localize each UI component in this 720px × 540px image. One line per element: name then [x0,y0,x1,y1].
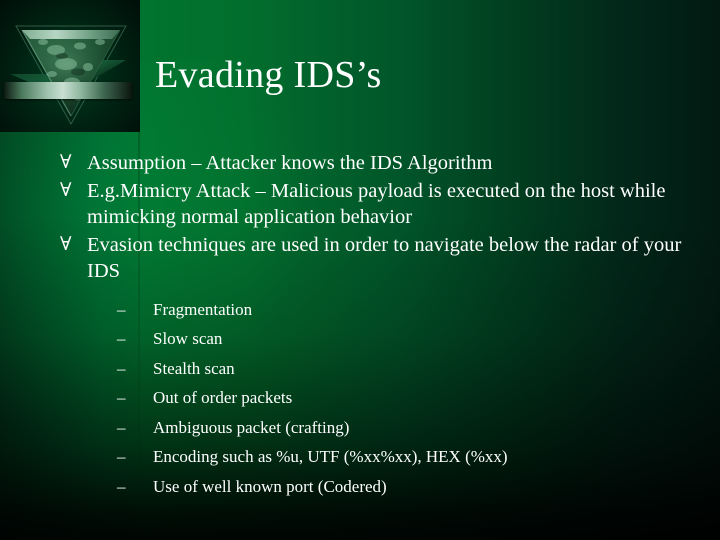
triangle-icon [8,12,132,128]
slide-canvas: Evading IDS’s ∀ Assumption – Attacker kn… [0,0,720,540]
dash-marker-icon: – [117,299,126,319]
dash-marker-icon: – [117,447,126,466]
sub-bullet-text: Fragmentation [153,299,253,319]
sub-bullet-text: Slow scan [153,329,223,348]
bullet-marker-icon: ∀ [60,233,72,255]
sub-bullet-wrapper: – Fragmentation – Slow scan – Stealth sc… [117,297,690,501]
sub-bullet-text: Stealth scan [153,358,235,378]
sub-bullet-item: – Slow scan [117,326,690,353]
bullet-marker-icon: ∀ [60,152,72,173]
bullet-item: ∀ Assumption – Attacker knows the IDS Al… [60,150,690,177]
sub-bullet-text: Ambiguous packet (crafting) [153,417,350,437]
dash-marker-icon: – [117,417,126,437]
page-title: Evading IDS’s [155,54,382,96]
bullet-marker-icon: ∀ [60,179,72,201]
sub-bullet-text: Encoding such as %u, UTF (%xx%xx), HEX (… [153,447,508,466]
dash-marker-icon: – [117,358,126,378]
metal-bar-icon [4,82,132,99]
sub-bullet-item: – Stealth scan [117,356,690,383]
sub-bullet-list: – Fragmentation – Slow scan – Stealth sc… [117,297,690,501]
slide-body: ∀ Assumption – Attacker knows the IDS Al… [60,150,690,503]
sub-bullet-item: – Fragmentation [117,297,690,324]
slide-logo-graphic [0,0,140,132]
bullet-list: ∀ Assumption – Attacker knows the IDS Al… [60,150,690,500]
dash-marker-icon: – [117,329,126,348]
dash-marker-icon: – [117,388,126,407]
sub-bullet-item: – Encoding such as %u, UTF (%xx%xx), HEX… [117,444,690,471]
bullet-text: Evasion techniques are used in order to … [87,233,682,283]
sub-bullet-item: – Out of order packets [117,385,690,412]
sub-bullet-item: – Use of well known port (Codered) [117,474,690,501]
sub-bullet-item: – Ambiguous packet (crafting) [117,415,690,442]
sub-bullet-text: Use of well known port (Codered) [153,476,387,496]
bullet-item: ∀ Evasion techniques are used in order t… [60,232,690,501]
inverted-triangle-icon [10,25,127,126]
bullet-text: E.g.Mimicry Attack – Malicious payload i… [87,179,666,229]
sub-bullet-text: Out of order packets [153,388,293,407]
dash-marker-icon: – [117,476,126,496]
bullet-item: ∀ E.g.Mimicry Attack – Malicious payload… [60,178,690,231]
bullet-text: Assumption – Attacker knows the IDS Algo… [87,152,493,174]
